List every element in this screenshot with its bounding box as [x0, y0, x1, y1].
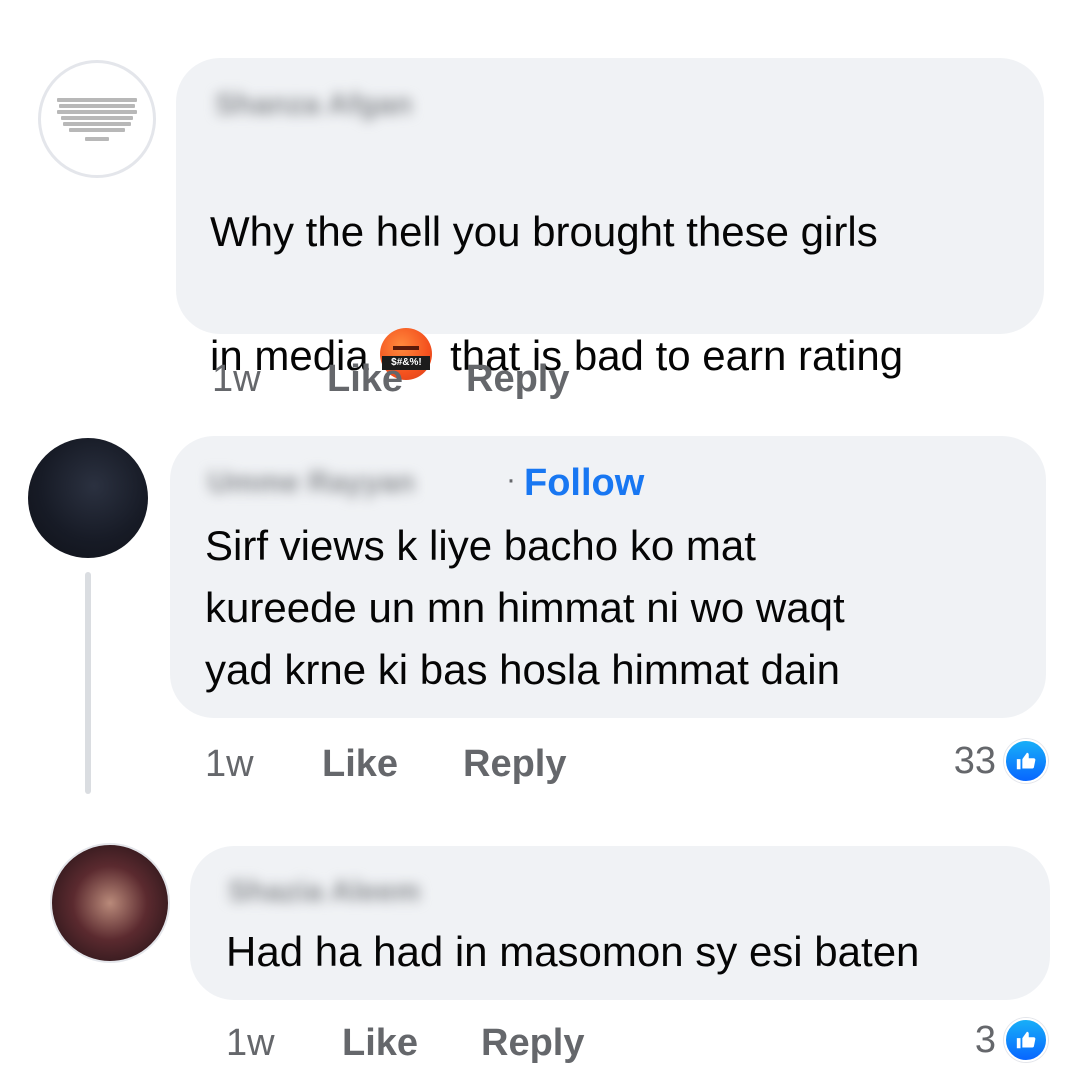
comment-timestamp[interactable]: 1w: [205, 743, 254, 786]
like-thumbs-up-icon: [1004, 739, 1048, 783]
comment-author-name[interactable]: Shanza Afgan: [215, 88, 412, 122]
like-button[interactable]: Like: [342, 1022, 418, 1065]
comment-text: Sirf views k liye bacho ko mat kureede u…: [205, 522, 845, 693]
avatar[interactable]: [50, 843, 170, 963]
avatar[interactable]: [38, 60, 156, 178]
reply-button[interactable]: Reply: [481, 1022, 584, 1065]
comment-author-name[interactable]: Umme Rayyan: [208, 466, 415, 500]
like-thumbs-up-icon: [1004, 1018, 1048, 1062]
reaction-count: 33: [953, 739, 996, 782]
like-button[interactable]: Like: [327, 358, 403, 401]
comment-timestamp[interactable]: 1w: [226, 1022, 275, 1065]
follow-button[interactable]: Follow: [524, 462, 644, 504]
separator-dot-icon: ·: [506, 463, 516, 496]
reply-button[interactable]: Reply: [466, 358, 569, 401]
comment-text-line: Why the hell you brought these girls: [210, 208, 878, 255]
reaction-count: 3: [974, 1018, 996, 1061]
avatar[interactable]: [28, 438, 148, 558]
reply-thread-line: [85, 572, 91, 794]
reaction-summary[interactable]: 33: [954, 739, 1048, 783]
comment-author-name[interactable]: Shazia Aleem: [228, 875, 420, 909]
follow-link-wrap: · Follow: [506, 462, 644, 505]
like-button[interactable]: Like: [322, 743, 398, 786]
reaction-summary[interactable]: 3: [975, 1018, 1048, 1062]
comment-timestamp[interactable]: 1w: [212, 358, 261, 401]
reply-button[interactable]: Reply: [463, 743, 566, 786]
comment-text: Had ha had in masomon sy esi baten: [226, 928, 920, 975]
